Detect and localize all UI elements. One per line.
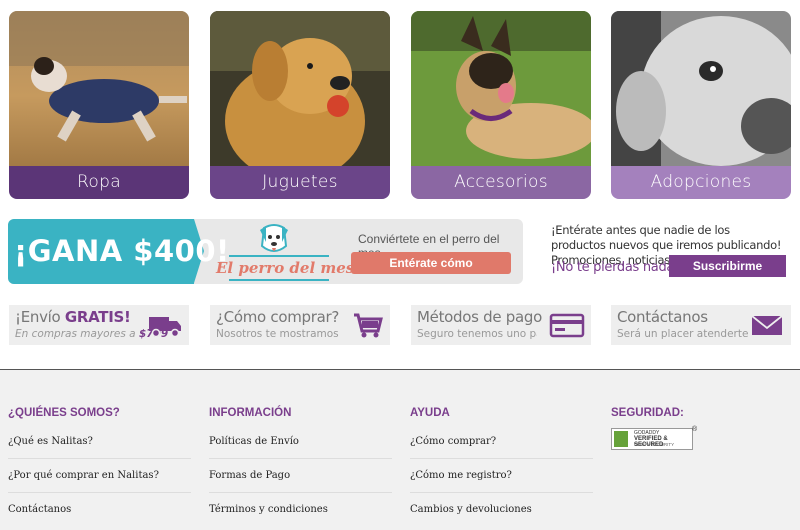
footer-link[interactable]: ¿Cómo comprar?: [410, 425, 593, 459]
newsletter-tagline: ¡No te pierdas nada!: [551, 260, 679, 275]
promo-banner[interactable]: ¡GANA $400! El perro del mes Conviértete…: [8, 219, 523, 284]
info-subtitle: En compras mayores a $799: [15, 328, 168, 340]
german-shepherd-photo: [411, 11, 591, 166]
category-tile-juguetes[interactable]: Juguetes: [210, 11, 390, 199]
footer-link[interactable]: Contáctanos: [8, 493, 191, 526]
footer-link[interactable]: ¿Cómo me registro?: [410, 459, 593, 493]
footer-link[interactable]: Formas de Pago: [209, 459, 392, 493]
credit-card-icon: [549, 313, 585, 338]
category-label: Juguetes: [210, 166, 390, 199]
enterate-button[interactable]: Entérate cómo: [351, 252, 511, 274]
newsletter-box: ¡Entérate antes que nadie de los product…: [551, 223, 786, 277]
lock-icon: [614, 431, 628, 447]
category-label: Accesorios: [411, 166, 591, 199]
info-subtitle: Seguro tenemos uno para ti: [417, 328, 537, 340]
dog-closeup-bw-photo: [611, 11, 791, 166]
footer-heading: AYUDA: [410, 407, 450, 419]
info-title: Contáctanos: [617, 308, 708, 326]
footer-link[interactable]: Términos y condiciones: [209, 493, 392, 526]
truck-icon: [149, 317, 181, 338]
brand-name: El perro del mes: [216, 259, 355, 277]
info-subtitle: Será un placer atenderte: [617, 328, 749, 340]
info-title: ¿Cómo comprar?: [216, 308, 340, 326]
info-title: Métodos de pago: [417, 308, 542, 326]
envelope-icon: [751, 315, 783, 335]
category-label: Ropa: [9, 166, 189, 199]
footer: ¿QUIÉNES SOMOS? ¿Qué es Nalitas? ¿Por qu…: [0, 370, 800, 530]
footer-heading: SEGURIDAD:: [611, 407, 684, 419]
category-tile-accesorios[interactable]: Accesorios: [411, 11, 591, 199]
godaddy-security-badge[interactable]: GODADDY VERIFIED & SECURED VERIFY SECURI…: [611, 428, 693, 450]
category-tile-ropa[interactable]: Ropa: [9, 11, 189, 199]
footer-column-about: ¿QUIÉNES SOMOS? ¿Qué es Nalitas? ¿Por qu…: [8, 407, 191, 526]
category-tile-adopciones[interactable]: Adopciones: [611, 11, 791, 199]
footer-column-help: AYUDA ¿Cómo comprar? ¿Cómo me registro? …: [410, 407, 593, 526]
promo-headline: ¡GANA $400!: [14, 234, 230, 268]
registered-mark: ®: [692, 426, 698, 433]
cart-icon: [354, 313, 383, 338]
footer-link[interactable]: ¿Por qué comprar en Nalitas?: [8, 459, 191, 493]
info-box-free-shipping[interactable]: ¡Envío GRATIS! En compras mayores a $799: [9, 305, 189, 345]
footer-column-security: SEGURIDAD:: [611, 407, 794, 425]
footer-link[interactable]: Políticas de Envío: [209, 425, 392, 459]
info-subtitle: Nosotros te mostramos: [216, 328, 339, 340]
footer-column-info: INFORMACIÓN Políticas de Envío Formas de…: [209, 407, 392, 526]
brand-underline-top: [229, 255, 329, 257]
golden-retriever-photo: [210, 11, 390, 166]
badge-line: VERIFY SECURITY: [634, 442, 675, 447]
footer-heading: INFORMACIÓN: [209, 407, 292, 419]
brand-underline: [229, 279, 329, 281]
subscribe-button[interactable]: Suscribirme: [669, 255, 786, 277]
footer-link[interactable]: ¿Qué es Nalitas?: [8, 425, 191, 459]
info-title: ¡Envío GRATIS!: [15, 308, 131, 326]
dog-in-jacket-photo: [9, 11, 189, 166]
footer-link[interactable]: Cambios y devoluciones: [410, 493, 593, 526]
footer-heading: ¿QUIÉNES SOMOS?: [8, 407, 120, 419]
info-box-payment-methods[interactable]: Métodos de pago Seguro tenemos uno para …: [411, 305, 591, 345]
category-label: Adopciones: [611, 166, 791, 199]
info-box-how-to-buy[interactable]: ¿Cómo comprar? Nosotros te mostramos: [210, 305, 390, 345]
info-box-contact[interactable]: Contáctanos Será un placer atenderte: [611, 305, 791, 345]
